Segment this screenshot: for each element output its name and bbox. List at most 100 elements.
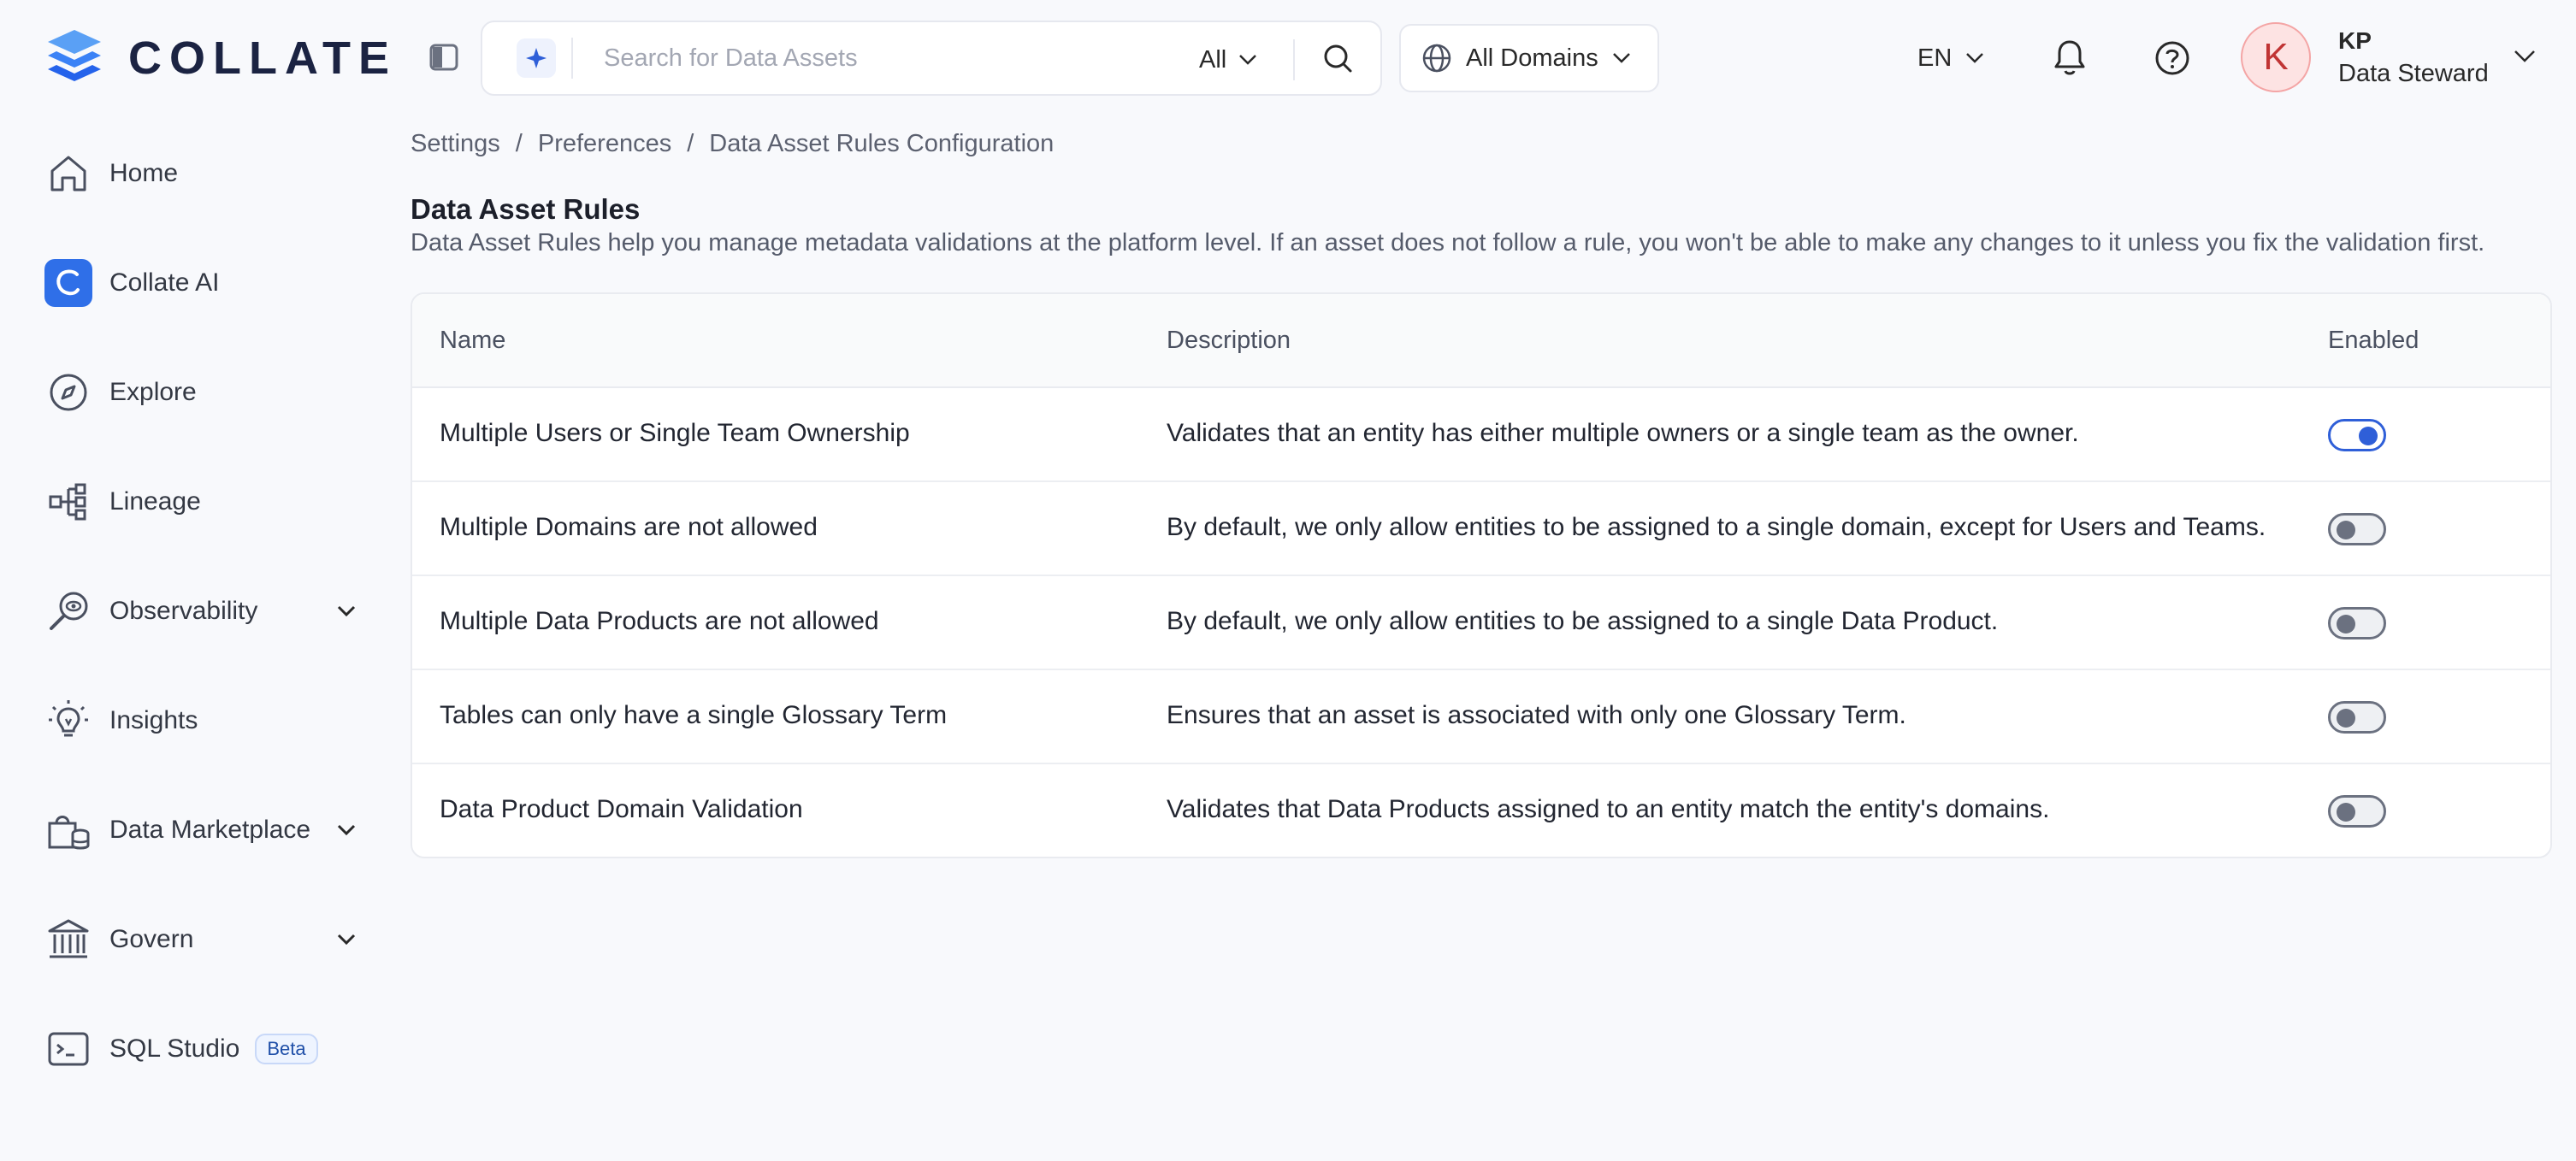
collate-ai-icon	[44, 259, 92, 307]
user-menu-chevron-icon[interactable]	[2513, 48, 2537, 65]
rule-description: By default, we only allow entities to be…	[1167, 607, 1999, 635]
rule-description: By default, we only allow entities to be…	[1167, 513, 2266, 541]
sidebar-item-label: Data Marketplace	[109, 816, 311, 844]
chevron-down-icon	[1239, 55, 1257, 65]
search-scope-value: All	[1199, 45, 1227, 74]
toggle-knob	[2359, 427, 2378, 445]
rule-enabled-toggle[interactable]	[2328, 795, 2386, 828]
table-row: Multiple Data Products are not allowed B…	[412, 576, 2550, 670]
avatar[interactable]: K	[2241, 22, 2311, 92]
sidebar-item-collate-ai[interactable]: Collate AI	[44, 253, 369, 313]
observability-icon	[44, 587, 92, 635]
column-header-name: Name	[440, 327, 506, 354]
sidebar-item-insights[interactable]: Insights	[44, 691, 369, 751]
bank-icon	[44, 916, 92, 964]
compass-icon	[44, 368, 92, 416]
home-icon	[44, 150, 92, 197]
sidebar-item-label: Lineage	[109, 487, 201, 516]
terminal-icon	[44, 1025, 92, 1073]
rule-name: Multiple Data Products are not allowed	[440, 607, 879, 635]
language-value: EN	[1917, 44, 1953, 72]
rule-name: Multiple Users or Single Team Ownership	[440, 419, 910, 447]
ai-sparkle-icon	[526, 48, 547, 68]
sidebar-item-observability[interactable]: Observability	[44, 581, 369, 641]
toggle-knob	[2337, 521, 2355, 539]
search-scope-select[interactable]: All	[1199, 39, 1257, 80]
breadcrumb: Settings / Preferences / Data Asset Rule…	[411, 128, 1054, 159]
rule-description: Validates that an entity has either mult…	[1167, 419, 2079, 447]
brand-name: COLLATE	[128, 32, 397, 84]
collate-logo-icon	[48, 30, 101, 81]
chevron-down-icon	[1966, 53, 1984, 63]
sidebar-item-home[interactable]: Home	[44, 144, 369, 203]
sidebar-item-explore[interactable]: Explore	[44, 362, 369, 422]
chevron-down-icon[interactable]	[335, 931, 357, 948]
breadcrumb-separator: /	[687, 129, 694, 157]
sidebar-toggle-button[interactable]	[428, 41, 460, 74]
top-header: COLLATE All	[0, 0, 2576, 116]
breadcrumb-current: Data Asset Rules Configuration	[709, 129, 1055, 157]
user-role: Data Steward	[2338, 60, 2489, 87]
sidebar-item-sql-studio[interactable]: SQL Studio Beta	[44, 1019, 369, 1079]
table-row: Multiple Domains are not allowed By defa…	[412, 482, 2550, 576]
app-root: COLLATE All	[0, 0, 2576, 1161]
toggle-knob	[2337, 709, 2355, 728]
sidebar-item-label: SQL Studio	[109, 1034, 240, 1063]
chevron-down-icon	[1612, 53, 1630, 63]
domain-select[interactable]: All Domains	[1399, 24, 1659, 92]
rule-enabled-toggle[interactable]	[2328, 419, 2386, 451]
search-divider	[1293, 39, 1295, 80]
page-title: Data Asset Rules	[411, 193, 641, 225]
sidebar-item-lineage[interactable]: Lineage	[44, 472, 369, 532]
sidebar-item-label: Home	[109, 159, 179, 187]
sidebar-item-data-marketplace[interactable]: Data Marketplace	[44, 800, 369, 860]
toggle-knob	[2337, 803, 2355, 822]
rule-description: Validates that Data Products assigned to…	[1167, 795, 2050, 823]
sidebar-item-label: Insights	[109, 706, 198, 734]
breadcrumb-separator: /	[515, 129, 523, 157]
chevron-down-icon[interactable]	[335, 603, 357, 620]
user-name: KP	[2338, 27, 2372, 54]
table-header: Name Description Enabled	[412, 294, 2550, 388]
domain-select-value: All Domains	[1466, 44, 1598, 72]
search-icon[interactable]	[1320, 41, 1355, 75]
global-search: All	[481, 21, 1382, 96]
user-info[interactable]: KP Data Steward	[2338, 26, 2489, 91]
sidebar-item-label: Govern	[109, 925, 194, 953]
chevron-down-icon[interactable]	[335, 822, 357, 839]
rule-enabled-toggle[interactable]	[2328, 607, 2386, 639]
page-description: Data Asset Rules help you manage metadat…	[411, 229, 2485, 256]
search-input[interactable]	[604, 44, 1168, 73]
globe-icon	[1422, 44, 1451, 73]
breadcrumb-preferences[interactable]: Preferences	[538, 130, 671, 158]
sidebar: Home Collate AI Explore Lineage Observab	[0, 116, 393, 1161]
sidebar-item-govern[interactable]: Govern	[44, 910, 369, 969]
sidebar-item-label: Observability	[109, 597, 258, 625]
rule-name: Data Product Domain Validation	[440, 795, 803, 823]
column-header-enabled: Enabled	[2328, 327, 2419, 354]
table-row: Multiple Users or Single Team Ownership …	[412, 388, 2550, 482]
ai-search-button[interactable]	[517, 38, 556, 78]
help-icon[interactable]	[2154, 39, 2191, 77]
rule-enabled-toggle[interactable]	[2328, 513, 2386, 545]
sidebar-toggle-icon	[429, 44, 458, 71]
table-row: Data Product Domain Validation Validates…	[412, 764, 2550, 857]
brand-logo[interactable]: COLLATE	[39, 22, 397, 94]
bell-icon[interactable]	[2051, 38, 2089, 79]
rule-enabled-toggle[interactable]	[2328, 701, 2386, 734]
lightbulb-icon	[44, 697, 92, 745]
marketplace-icon	[44, 806, 92, 854]
lineage-icon	[44, 478, 92, 526]
sidebar-item-label: Collate AI	[109, 268, 220, 297]
rule-name: Multiple Domains are not allowed	[440, 513, 818, 541]
language-select[interactable]: EN	[1917, 39, 1984, 77]
rule-description: Ensures that an asset is associated with…	[1167, 701, 1906, 729]
column-header-description: Description	[1167, 327, 1291, 354]
search-divider	[571, 38, 573, 79]
sidebar-item-label: Explore	[109, 378, 197, 406]
rule-name: Tables can only have a single Glossary T…	[440, 701, 948, 729]
rules-table: Name Description Enabled Multiple Users …	[411, 292, 2552, 858]
beta-badge: Beta	[255, 1034, 318, 1064]
breadcrumb-settings[interactable]: Settings	[411, 130, 500, 158]
table-row: Tables can only have a single Glossary T…	[412, 670, 2550, 764]
